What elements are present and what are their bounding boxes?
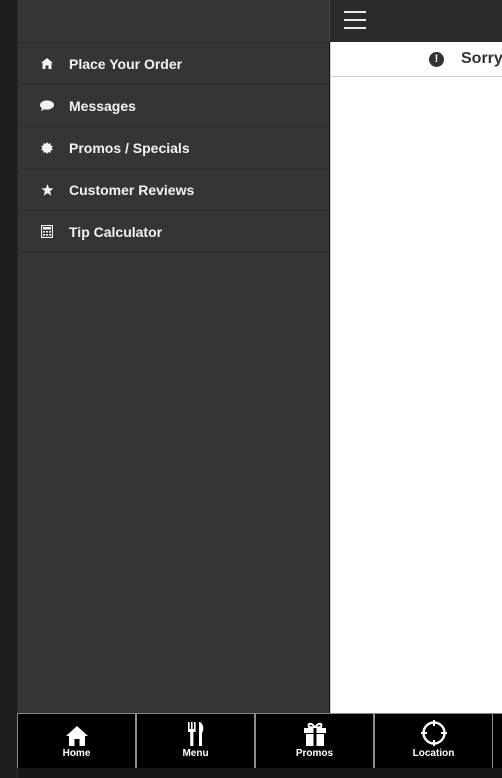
tab-menu[interactable]: Menu: [136, 714, 255, 768]
exclamation-circle-icon: !: [429, 51, 444, 67]
tab-promos[interactable]: Promos: [255, 714, 374, 768]
sidebar-item-label: Messages: [69, 97, 136, 114]
tab-location[interactable]: Location: [374, 714, 493, 768]
utensils-icon: [187, 722, 203, 746]
sidebar-item-label: Promos / Specials: [69, 139, 190, 156]
sidebar-item-messages[interactable]: Messages: [18, 85, 329, 127]
notice-text: Sorry: [461, 50, 502, 67]
sidebar-item-label: Place Your Order: [69, 55, 183, 72]
gift-icon: [303, 722, 326, 746]
top-bar: [329, 0, 502, 42]
sidebar-item-tip-calculator[interactable]: Tip Calculator: [18, 211, 329, 253]
bottom-navigation: Home Menu Promos Location: [17, 713, 502, 768]
home-icon: [38, 57, 56, 71]
tab-label: Promos: [295, 748, 334, 759]
hamburger-menu-icon[interactable]: [344, 11, 366, 29]
left-edge-strip: [0, 0, 18, 778]
tab-home[interactable]: Home: [17, 714, 136, 768]
sidebar-item-customer-reviews[interactable]: Customer Reviews: [18, 169, 329, 211]
tab-label: Menu: [182, 748, 209, 759]
home-icon: [65, 726, 88, 746]
crosshair-icon: [420, 720, 447, 746]
sidebar-item-label: Customer Reviews: [69, 181, 195, 198]
tab-label: Home: [62, 748, 91, 759]
sidebar-item-label: Tip Calculator: [69, 223, 163, 240]
sidebar-menu: Place Your Order Messages Promos / Speci…: [18, 0, 329, 713]
sidebar-item-promos-specials[interactable]: Promos / Specials: [18, 127, 329, 169]
star-icon: [38, 183, 56, 197]
main-content: ! Sorry: [330, 42, 502, 713]
badge-icon: [38, 141, 56, 155]
sidebar-item-place-your-order[interactable]: Place Your Order: [18, 43, 329, 85]
tab-label: Location: [412, 748, 455, 759]
calculator-icon: [38, 225, 56, 239]
chat-bubble-icon: [38, 99, 56, 113]
notice-banner: ! Sorry: [331, 42, 502, 77]
sidebar-header: [18, 0, 329, 43]
